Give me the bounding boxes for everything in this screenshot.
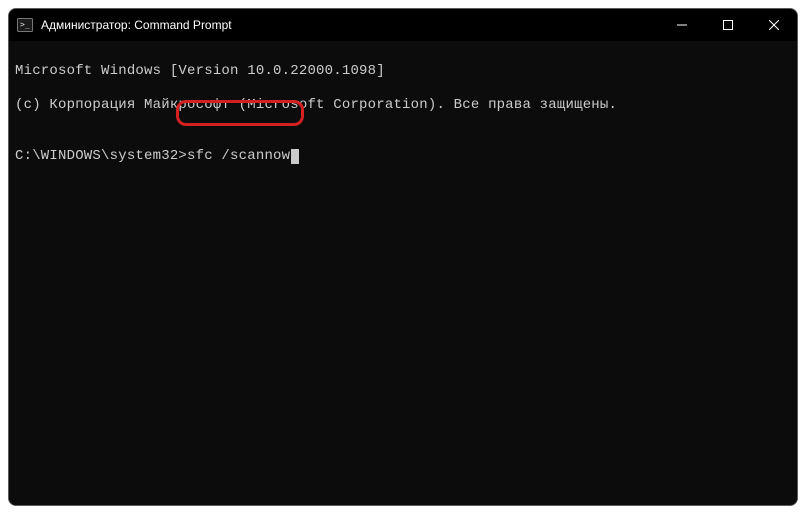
prompt-path: C:\WINDOWS\system32> xyxy=(15,148,187,165)
terminal-body[interactable]: Microsoft Windows [Version 10.0.22000.10… xyxy=(9,41,797,505)
maximize-button[interactable] xyxy=(705,9,751,41)
cmd-icon: >_ xyxy=(17,17,33,33)
text-cursor xyxy=(291,149,299,164)
window-frame: >_ Администратор: Command Prompt Microso… xyxy=(8,8,798,506)
minimize-button[interactable] xyxy=(659,9,705,41)
svg-text:>_: >_ xyxy=(20,20,30,29)
close-button[interactable] xyxy=(751,9,797,41)
prompt-row: C:\WINDOWS\system32>sfc /scannow xyxy=(15,148,299,165)
version-line: Microsoft Windows [Version 10.0.22000.10… xyxy=(15,63,791,80)
copyright-line: (c) Корпорация Майкрософт (Microsoft Cor… xyxy=(15,97,791,114)
command-text: sfc /scannow xyxy=(187,148,290,165)
window-title: Администратор: Command Prompt xyxy=(41,18,232,32)
window-controls xyxy=(659,9,797,41)
titlebar[interactable]: >_ Администратор: Command Prompt xyxy=(9,9,797,41)
